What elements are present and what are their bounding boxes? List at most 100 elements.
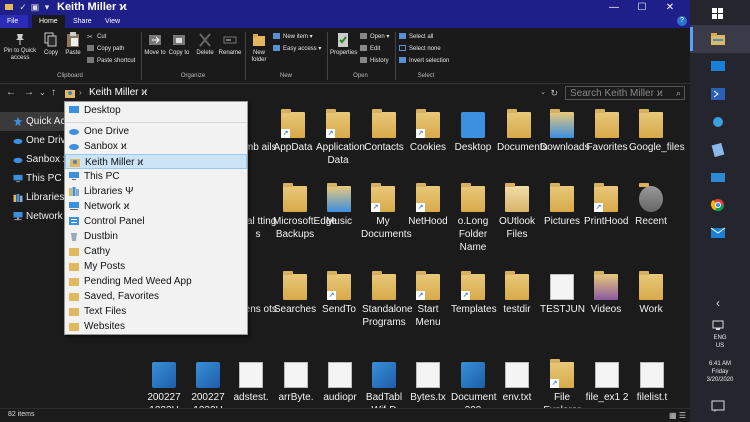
dropdown-item-saved-favorites[interactable]: Saved, Favorites: [65, 289, 247, 304]
powershell-icon[interactable]: [710, 87, 726, 101]
dropdown-item-this-pc[interactable]: This PC: [65, 169, 247, 184]
tab-view[interactable]: View: [98, 15, 127, 28]
properties-quick-icon[interactable]: ✓: [18, 2, 28, 12]
file-item[interactable]: Pictures: [540, 183, 584, 228]
file-item[interactable]: Document 200: [451, 362, 497, 408]
tab-home[interactable]: Home: [32, 15, 65, 28]
notepad-icon[interactable]: [710, 143, 726, 157]
new-folder-button[interactable]: New folder: [248, 32, 270, 64]
dropdown-item-control-panel[interactable]: Control Panel: [65, 214, 247, 229]
notifications-icon[interactable]: [710, 399, 726, 413]
tab-file[interactable]: File: [0, 15, 28, 28]
dropdown-item-my-posts[interactable]: My Posts: [65, 259, 247, 274]
select-none-button[interactable]: Select none: [399, 45, 441, 53]
pin-to-quick-access-button[interactable]: Pin to Quick access: [2, 32, 38, 62]
file-item[interactable]: My Documents: [361, 183, 412, 241]
file-item[interactable]: audiopr: [318, 362, 362, 404]
select-all-button[interactable]: Select all: [399, 33, 433, 41]
paste-shortcut-button[interactable]: Paste shortcut: [87, 57, 135, 65]
refresh-button[interactable]: ↻: [550, 86, 558, 100]
copy-button[interactable]: Copy: [40, 32, 62, 57]
file-item[interactable]: Start Menu: [406, 271, 450, 329]
file-item[interactable]: Templates: [451, 271, 497, 316]
file-item[interactable]: Videos: [584, 271, 628, 316]
file-item[interactable]: AppData: [271, 109, 315, 154]
help-icon[interactable]: ?: [677, 16, 687, 26]
new-item-button[interactable]: New item ▾: [273, 33, 313, 41]
view-toggle-buttons[interactable]: ▦ ☰: [669, 411, 686, 420]
quick-access-toolbar-icon[interactable]: [4, 2, 14, 12]
dropdown-item-pending-med-weed-app[interactable]: Pending Med Weed App: [65, 274, 247, 289]
file-item[interactable]: BadTabl Wif-D: [362, 362, 406, 408]
file-item[interactable]: 200227 1232H: [142, 362, 186, 408]
file-item[interactable]: Application Data: [316, 109, 365, 167]
dropdown-item-text-files[interactable]: Text Files: [65, 304, 247, 319]
new-folder-quick-icon[interactable]: ▣: [30, 2, 40, 12]
address-bar[interactable]: › Keith Miller ϰ ⌄ ↻: [63, 86, 560, 100]
file-item[interactable]: Desktop: [451, 112, 495, 154]
file-item[interactable]: arrByte.: [274, 362, 318, 404]
windows-start-icon[interactable]: [710, 7, 726, 21]
clock[interactable]: 6:41 AM Friday 3/20/2020: [690, 360, 750, 384]
input-language-indicator[interactable]: ENG US: [690, 334, 750, 350]
mail-app-icon[interactable]: [710, 59, 726, 73]
file-item[interactable]: NetHood: [406, 183, 450, 228]
outlook-icon[interactable]: [710, 226, 726, 240]
edit-button[interactable]: Edit: [360, 45, 380, 53]
network-status-icon[interactable]: [710, 318, 726, 332]
file-item[interactable]: Favorites: [585, 109, 629, 154]
breadcrumb-chevron[interactable]: ›: [79, 86, 82, 100]
move-to-button[interactable]: Move to: [144, 32, 166, 57]
remote-desktop-icon[interactable]: [710, 171, 726, 185]
up-button[interactable]: ↑: [51, 87, 56, 99]
file-item[interactable]: 200227 1232H: [186, 362, 230, 408]
easy-access-button[interactable]: Easy access ▾: [273, 45, 321, 53]
dropdown-item-network[interactable]: Network ϰ: [65, 199, 247, 214]
address-dropdown-button[interactable]: ⌄: [540, 86, 546, 100]
customize-quick-access-icon[interactable]: ▾: [42, 2, 52, 12]
file-item[interactable]: SendTo: [317, 271, 361, 316]
search-box[interactable]: Search Keith Miller ϰ ⌕: [565, 86, 685, 100]
file-item[interactable]: file_ex1 2: [585, 362, 629, 404]
breadcrumb-path[interactable]: Keith Miller ϰ: [89, 86, 147, 100]
network-app-icon[interactable]: [710, 115, 726, 129]
file-item[interactable]: PrintHood: [584, 183, 628, 228]
delete-button[interactable]: Delete: [194, 32, 216, 57]
dropdown-item-one-drive[interactable]: One Drive: [65, 124, 247, 139]
file-item[interactable]: Cookies: [406, 109, 450, 154]
file-item[interactable]: Downloads: [540, 109, 589, 154]
dropdown-item-libraries[interactable]: Libraries Ψ: [65, 184, 247, 199]
file-item[interactable]: env.txt: [495, 362, 539, 404]
open-button[interactable]: Open ▾: [360, 33, 389, 41]
close-button[interactable]: ✕: [656, 0, 684, 15]
show-hidden-icons-button[interactable]: ‹: [710, 296, 726, 310]
copy-path-button[interactable]: Copy path: [87, 45, 124, 53]
file-item[interactable]: Music: [317, 183, 361, 228]
file-item[interactable]: OUtlook Files: [495, 183, 539, 241]
forward-button[interactable]: →: [24, 87, 34, 99]
dropdown-item-dustbin[interactable]: Dustbin: [65, 229, 247, 244]
search-input[interactable]: Search Keith Miller ϰ: [570, 88, 663, 99]
recent-locations-button[interactable]: ⌄: [39, 87, 46, 99]
file-item[interactable]: Documents: [497, 109, 548, 154]
dropdown-item-keith-miller[interactable]: Keith Miller ϰ: [65, 154, 247, 169]
copy-to-button[interactable]: Copy to: [168, 32, 190, 57]
file-item[interactable]: Contacts: [362, 109, 406, 154]
dropdown-item-websites[interactable]: Websites: [65, 319, 247, 334]
chrome-icon[interactable]: [710, 198, 726, 212]
invert-selection-button[interactable]: Invert selection: [399, 57, 449, 65]
rename-button[interactable]: Rename: [218, 32, 242, 57]
file-item[interactable]: filelist.t: [630, 362, 674, 404]
history-button[interactable]: History: [360, 57, 389, 65]
file-item[interactable]: o.Long Folder Name: [451, 183, 495, 254]
file-item[interactable]: testdir: [495, 271, 539, 316]
file-item[interactable]: TESTJUN: [540, 274, 585, 316]
dropdown-item-sanbox[interactable]: Sanbox ϰ: [65, 139, 247, 154]
file-item[interactable]: Google_files: [629, 109, 685, 154]
file-item[interactable]: adstest.: [229, 362, 273, 404]
dropdown-item-cathy[interactable]: Cathy: [65, 244, 247, 259]
file-item[interactable]: Bytes.tx: [406, 362, 450, 404]
tab-share[interactable]: Share: [66, 15, 99, 28]
maximize-button[interactable]: ☐: [628, 0, 656, 15]
file-item[interactable]: Standalone Programs: [362, 271, 413, 329]
